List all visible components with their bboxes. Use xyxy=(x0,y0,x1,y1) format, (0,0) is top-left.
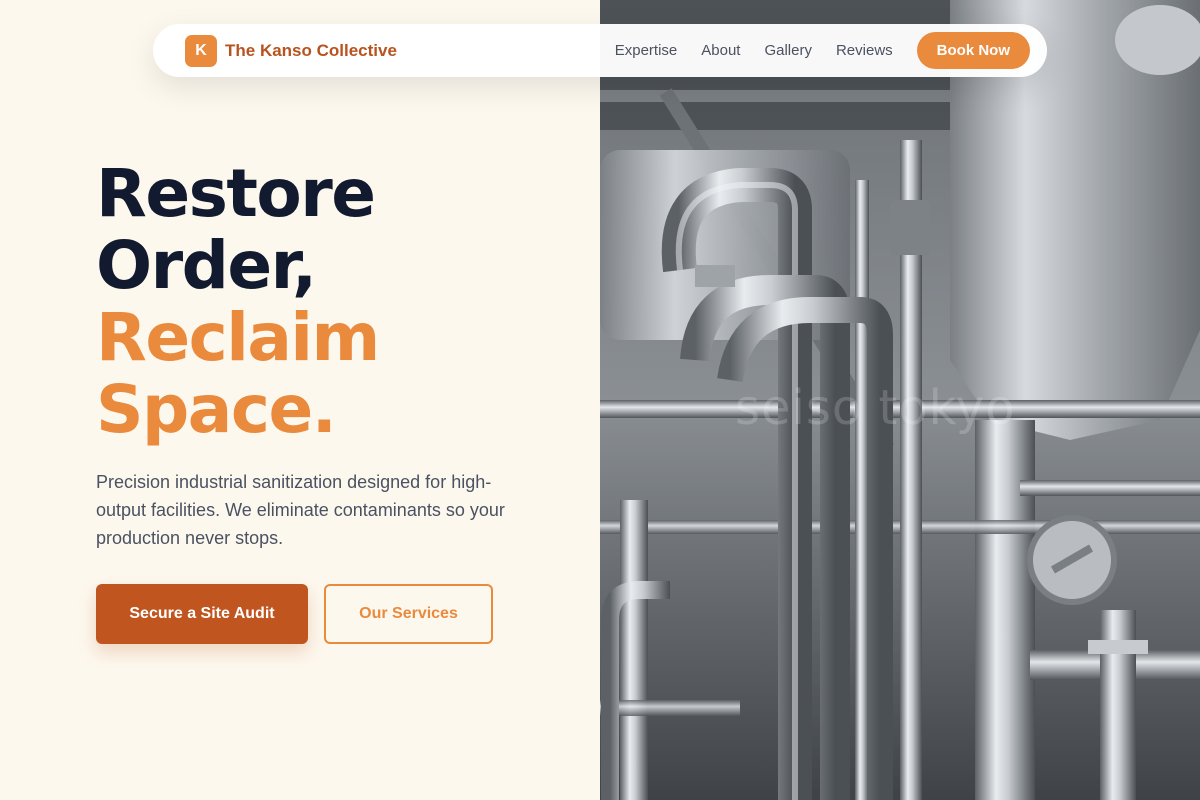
secure-site-audit-button[interactable]: Secure a Site Audit xyxy=(96,584,308,644)
nav-links: Expertise About Gallery Reviews Book Now xyxy=(615,32,1030,69)
hero-headline: Restore Order, Reclaim Space. xyxy=(96,155,380,448)
nav-link-reviews[interactable]: Reviews xyxy=(836,42,893,59)
headline-line-1: Restore xyxy=(96,155,376,232)
headline-line-3: Reclaim xyxy=(96,299,380,376)
nav-link-gallery[interactable]: Gallery xyxy=(764,42,812,59)
our-services-button[interactable]: Our Services xyxy=(324,584,493,644)
headline-line-2: Order, xyxy=(96,227,317,304)
nav-link-about[interactable]: About xyxy=(701,42,740,59)
hero-subtitle: Precision industrial sanitization design… xyxy=(96,472,505,548)
top-navigation: K The Kanso Collective Expertise About G… xyxy=(153,24,1047,77)
letter-k-badge-icon: K xyxy=(185,34,217,67)
image-watermark: seiso tokyo xyxy=(735,380,1016,436)
headline-line-4: Space. xyxy=(96,371,337,448)
brand-logo[interactable]: K The Kanso Collective xyxy=(185,34,397,67)
nav-link-expertise[interactable]: Expertise xyxy=(615,42,678,59)
brand-name: The Kanso Collective xyxy=(225,40,397,60)
book-now-button[interactable]: Book Now xyxy=(916,32,1030,69)
